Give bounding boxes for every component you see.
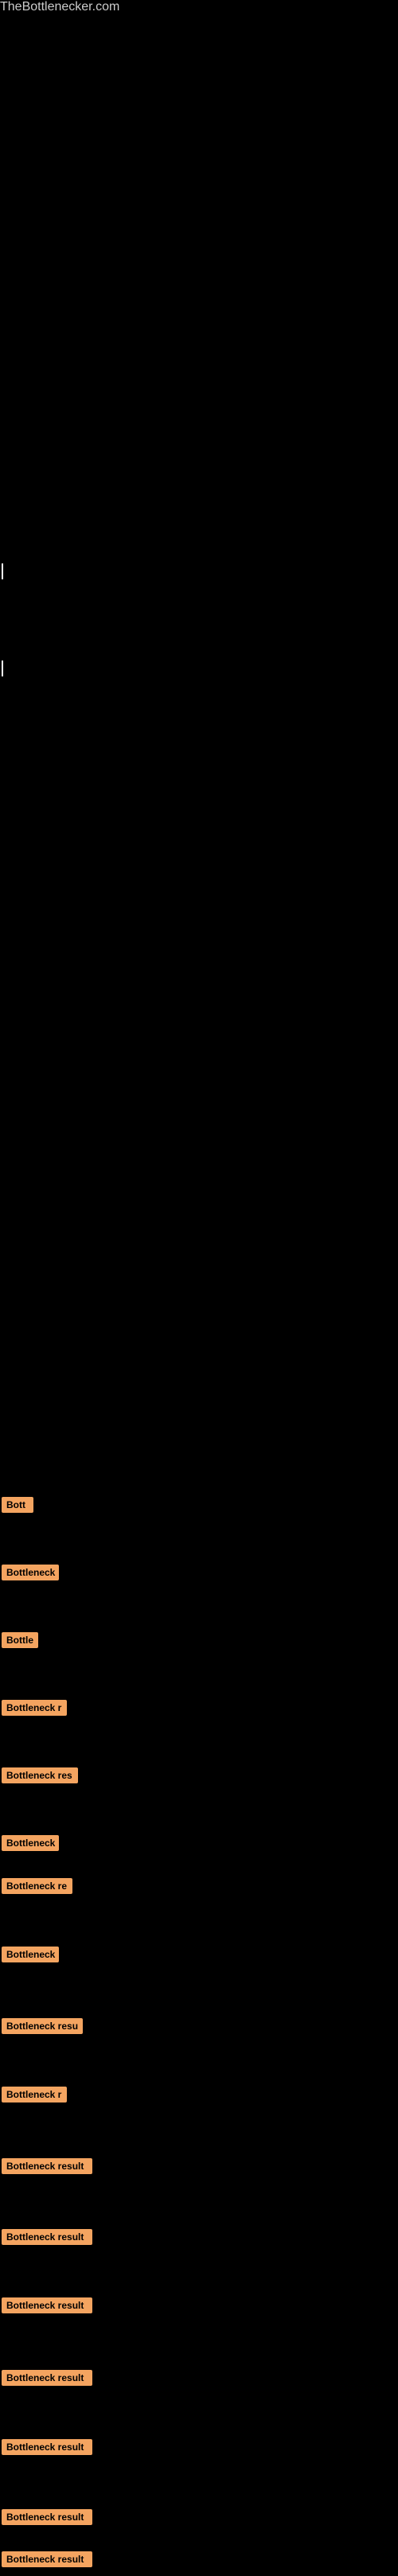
bottleneck-result-button[interactable]: Bottleneck r [2, 2087, 67, 2102]
bottleneck-result-button[interactable]: Bottle [2, 1632, 38, 1648]
result-row: Bottleneck r [0, 2082, 67, 2111]
result-row: Bottle [0, 1627, 38, 1657]
bottleneck-result-button[interactable]: Bottleneck [2, 1835, 59, 1851]
bottleneck-result-button[interactable]: Bottleneck [2, 1565, 59, 1580]
result-row: Bottleneck r [0, 1695, 67, 1724]
bottleneck-result-button[interactable]: Bottleneck [2, 1947, 59, 1962]
result-row: Bottleneck [0, 1942, 59, 1971]
cursor-line-2 [2, 661, 3, 676]
bottleneck-result-button[interactable]: Bottleneck result [2, 2509, 92, 2525]
bottleneck-result-button[interactable]: Bottleneck result [2, 2551, 92, 2567]
bottleneck-result-button[interactable]: Bottleneck result [2, 2158, 92, 2174]
site-title: TheBottlenecker.com [0, 0, 119, 14]
bottleneck-result-button[interactable]: Bottleneck result [2, 2229, 92, 2245]
result-row: Bottleneck result [0, 2547, 92, 2576]
cursor-line-1 [2, 563, 3, 579]
result-row: Bottleneck result [0, 2365, 92, 2395]
bottleneck-result-button[interactable]: Bottleneck re [2, 1878, 72, 1894]
result-row: Bottleneck result [0, 2293, 92, 2322]
result-row: Bottleneck re [0, 1873, 72, 1903]
result-row: Bottleneck result [0, 2224, 92, 2254]
bottleneck-result-button[interactable]: Bottleneck res [2, 1767, 78, 1783]
result-row: Bottleneck result [0, 2504, 92, 2534]
bottleneck-result-button[interactable]: Bottleneck result [2, 2297, 92, 2313]
result-row: Bottleneck resu [0, 2013, 83, 2043]
result-row: Bottleneck result [0, 2153, 92, 2183]
bottleneck-result-button[interactable]: Bottleneck r [2, 1700, 67, 1716]
bottleneck-result-button[interactable]: Bottleneck result [2, 2439, 92, 2455]
bottleneck-result-button[interactable]: Bottleneck resu [2, 2018, 83, 2034]
bottleneck-result-button[interactable]: Bott [2, 1497, 33, 1513]
result-row: Bott [0, 1492, 33, 1522]
result-row: Bottleneck [0, 1560, 59, 1589]
bottleneck-result-button[interactable]: Bottleneck result [2, 2370, 92, 2386]
result-row: Bottleneck result [0, 2434, 92, 2464]
result-row: Bottleneck [0, 1830, 59, 1860]
result-row: Bottleneck res [0, 1763, 78, 1792]
